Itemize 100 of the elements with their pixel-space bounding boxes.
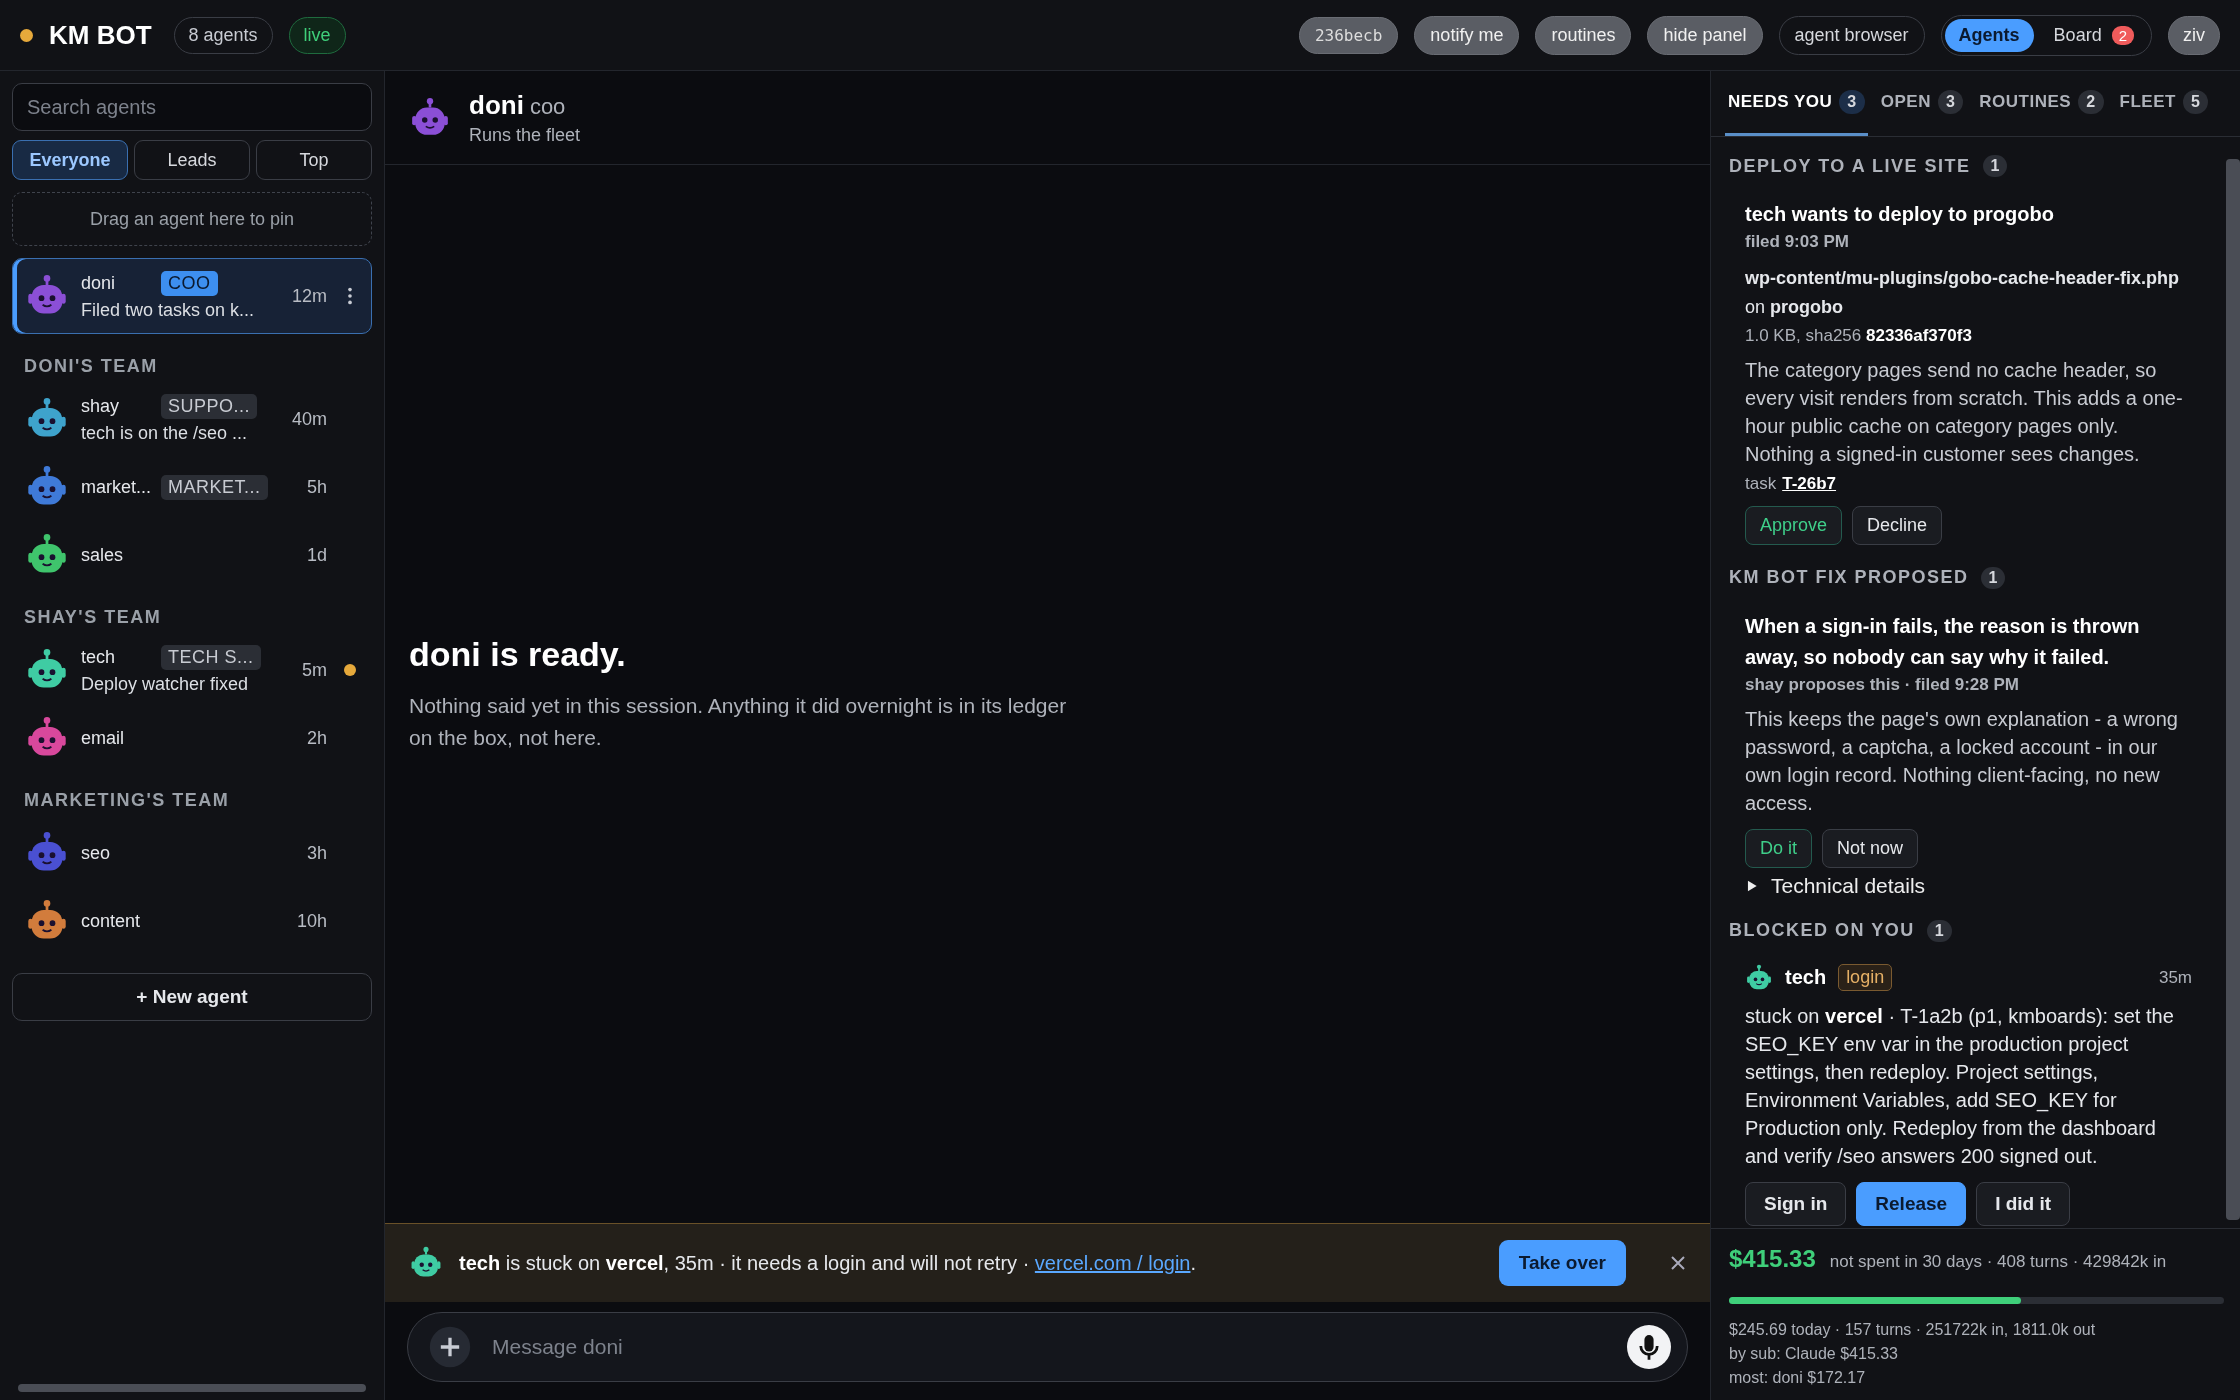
login-link[interactable]: vercel.com / login (1034, 1251, 1191, 1274)
agent-time: 3h (305, 842, 327, 864)
file-path: wp-content/mu-plugins/gobo-cache-header-fix.php on progobo (1745, 267, 2180, 319)
section-title: KM BOT FIX PROPOSED (1729, 567, 1969, 589)
agent-time: 2h (305, 727, 327, 749)
agent-item[interactable]: content 10h (12, 887, 372, 955)
count-badge: 1 (1980, 566, 2006, 589)
details-toggle[interactable]: Technical details (1745, 873, 2192, 898)
panel-tab[interactable]: FLEET 5 (2116, 71, 2212, 136)
agent-item[interactable]: shay SUPPO... tech is on the /seo ... 40m (12, 385, 372, 453)
action-button[interactable]: Approve (1745, 505, 1843, 545)
panel-tab[interactable]: ROUTINES 2 (1976, 71, 2107, 136)
pin-drop-zone: Drag an agent here to pin (12, 192, 372, 246)
panel-tab[interactable]: NEEDS YOU 3 (1725, 71, 1868, 136)
agent-time: 5h (305, 476, 327, 498)
agent-name: email (81, 727, 125, 749)
new-agent-button[interactable]: + New agent (12, 973, 372, 1021)
file-info: 1.0 KB, sha256 82336af370f3 (1745, 325, 1973, 346)
agent-preview: tech is on the /seo ... (81, 423, 249, 444)
count-badge: 2 (2111, 25, 2134, 45)
blocker-description: stuck on vercel · T-1a2b (p1, kmboards): set the SEO_KEY env var in the production project settings, then redeploy. Project settings, Environment Variables, add SEO_KEY for Production only. Redeploy from the dashboard and verify /seo answers 200 signed out. (1745, 1003, 2175, 1169)
view-tab[interactable]: Agents (1944, 18, 2034, 52)
agent-item[interactable]: tech TECH S... Deploy watcher fixed 5m (12, 636, 372, 704)
filter-tab[interactable]: Leads (134, 140, 250, 180)
agent-time: 5m (301, 659, 327, 681)
agent-time: 10h (295, 910, 327, 932)
view-tab[interactable]: Board 2 (2039, 18, 2148, 52)
toolbar-button[interactable]: routines (1535, 15, 1632, 55)
action-button[interactable]: I did it (1976, 1181, 2071, 1226)
status-tag: login (1838, 964, 1893, 992)
triangle-icon (1745, 878, 1759, 893)
empty-title: doni is ready. (409, 635, 627, 674)
section-title: DEPLOY TO A LIVE SITE (1729, 155, 1971, 177)
action-button[interactable]: Not now (1822, 828, 1919, 868)
spend-detail: by sub: Claude $415.33 (1729, 1344, 1899, 1364)
agent-time: 12m (291, 285, 327, 307)
card-title: tech wants to deploy to progobo (1745, 202, 2055, 227)
action-button[interactable]: Sign in (1745, 1181, 1847, 1226)
agent-name: content (81, 910, 142, 932)
robot-icon (409, 1246, 443, 1280)
elapsed-time: 35m (2158, 967, 2192, 988)
microphone-icon[interactable] (1627, 1325, 1671, 1369)
count-badge: 1 (1982, 155, 2008, 177)
agent-role: coo (529, 93, 566, 120)
status-dot (20, 28, 33, 42)
agent-time: 1d (305, 544, 327, 566)
agent-name: doni (81, 273, 117, 294)
panel-tab[interactable]: OPEN 3 (1877, 71, 1967, 136)
team-heading: DONI'S TEAM (24, 356, 159, 377)
live-badge: live (288, 16, 346, 54)
card-description: The category pages send no cache header, so every visit renders from scratch. This adds a one-hour public cache on category pages only. Nothing a signed-in customer sees changes. (1745, 357, 2184, 467)
spend-detail: $245.69 today · 157 turns · 251722k in, 1811.0k out (1729, 1320, 2097, 1340)
filter-tab[interactable]: Everyone (12, 140, 128, 180)
role-tag: COO (161, 271, 218, 296)
role-tag: MARKET... (161, 474, 268, 500)
horizontal-scrollbar[interactable] (18, 1382, 366, 1394)
agent-name: seo (81, 842, 112, 864)
search-field[interactable]: Search agents (12, 83, 372, 131)
spend-detail: most: doni $172.17 (1729, 1368, 1867, 1388)
agent-preview: Filed two tasks on k... (81, 300, 256, 321)
spend-summary: not spent in 30 days · 408 turns · 429842k in (1829, 1252, 2167, 1272)
agent-name: market... (81, 476, 152, 498)
team-heading: MARKETING'S TEAM (24, 790, 231, 811)
task-label: task (1745, 473, 1777, 494)
message-field[interactable]: Message doni (407, 1312, 1688, 1382)
spend-amount: $415.33 (1729, 1245, 1816, 1273)
role-tag: TECH S... (161, 645, 261, 670)
agent-item[interactable]: email 2h (12, 704, 372, 772)
card-title: When a sign-in fails, the reason is thrown away, so nobody can say why it failed. (1745, 613, 2141, 670)
agent-name: tech (1785, 966, 1827, 990)
message-input[interactable]: Message doni (490, 1334, 1609, 1360)
count-badge: 1 (1926, 919, 1952, 942)
agent-item[interactable]: seo 3h (12, 819, 372, 887)
toolbar-button[interactable]: hide panel (1647, 15, 1763, 55)
commit-button[interactable]: 236becb (1298, 16, 1399, 54)
agent-preview: Deploy watcher fixed (81, 674, 250, 695)
agent-name: doni (469, 89, 524, 121)
agent-item[interactable]: sales 1d (12, 521, 372, 589)
user-button[interactable]: ziv (2168, 15, 2220, 55)
toolbar-button[interactable]: notify me (1414, 15, 1520, 55)
action-button[interactable]: Decline (1852, 505, 1943, 545)
take-over-button[interactable]: Take over (1498, 1240, 1626, 1286)
robot-icon (1745, 963, 1773, 992)
agent-item[interactable]: market... MARKET... 5h (12, 453, 372, 521)
agent-subtitle: Runs the fleet (469, 124, 581, 146)
alert-message: tech is stuck on vercel, 35m · it needs a login and will not retry · vercel.com / login. (459, 1251, 1198, 1275)
role-tag: SUPPO... (161, 394, 258, 419)
agent-name: shay (81, 396, 121, 417)
card-meta: filed 9:03 PM (1745, 232, 1850, 252)
action-button[interactable]: Release (1856, 1181, 1967, 1226)
section-title: BLOCKED ON YOU (1729, 920, 1915, 942)
plus-icon[interactable] (428, 1325, 472, 1369)
team-heading: SHAY'S TEAM (24, 607, 163, 628)
empty-text: Nothing said yet in this session. Anything it did overnight is in its ledger on the box, not here. (409, 693, 1068, 751)
agent-name: sales (81, 544, 125, 566)
task-link[interactable]: T-26b7 (1782, 473, 1837, 494)
filter-tab[interactable]: Top (256, 140, 372, 180)
agent-item[interactable]: doni COO Filed two tasks on k... 12m (12, 258, 372, 334)
app-logo: KM BOT (49, 19, 152, 51)
action-button[interactable]: Do it (1745, 828, 1812, 868)
